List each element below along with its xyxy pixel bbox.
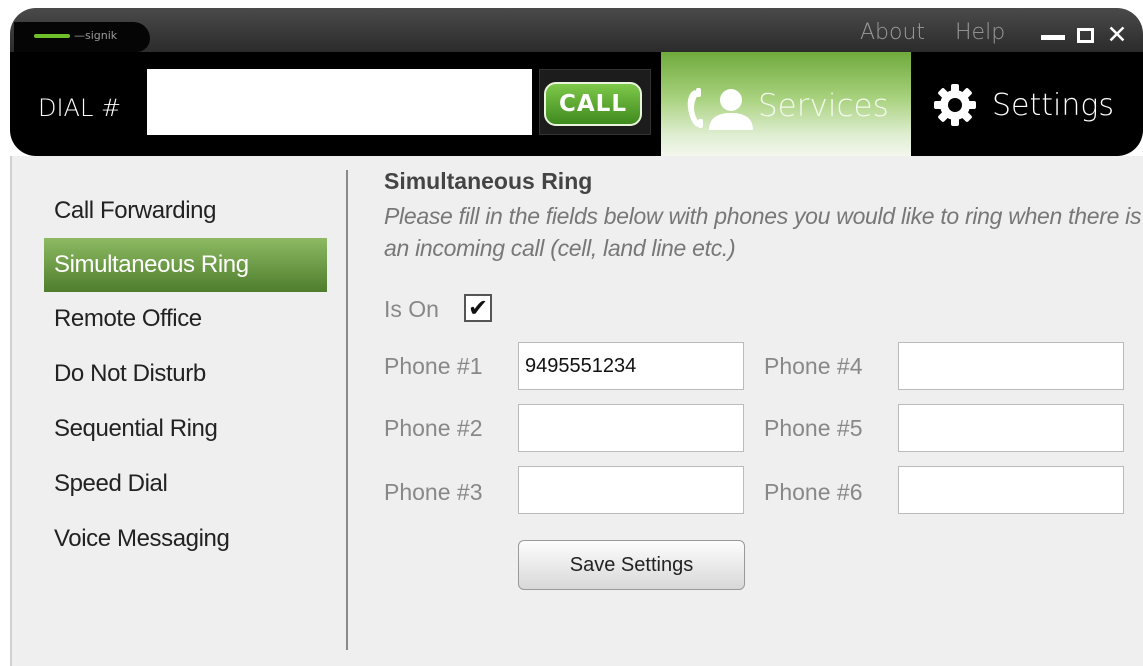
call-button-frame: CALL xyxy=(539,69,651,135)
panel-description: Please fill in the fields below with pho… xyxy=(384,203,1142,261)
is-on-label: Is On xyxy=(384,296,439,322)
sidebar-item-voice-messaging[interactable]: Voice Messaging xyxy=(44,512,327,566)
minimize-icon xyxy=(1041,35,1065,40)
sidebar-item-simultaneous-ring[interactable]: Simultaneous Ring xyxy=(44,238,327,292)
phone-6-input[interactable] xyxy=(898,466,1124,514)
content-area: Call Forwarding Simultaneous Ring Remote… xyxy=(10,156,1143,666)
maximize-icon xyxy=(1076,27,1094,43)
phone-1-label: Phone #1 xyxy=(384,353,483,379)
services-icon xyxy=(687,88,753,130)
help-link[interactable]: Help xyxy=(955,20,1005,45)
phone-2-label: Phone #2 xyxy=(384,415,483,441)
maximize-button[interactable] xyxy=(1072,23,1098,47)
panel-title: Simultaneous Ring xyxy=(384,168,593,194)
phone-4-input[interactable] xyxy=(898,342,1124,390)
phone-5-label: Phone #5 xyxy=(764,415,863,441)
tab-settings[interactable]: Settings xyxy=(927,71,1135,135)
title-bar[interactable]: —signik About Help ✕ xyxy=(10,8,1143,52)
settings-label: Settings xyxy=(992,88,1115,123)
phone-4-label: Phone #4 xyxy=(764,353,863,379)
sidebar-item-sequential-ring[interactable]: Sequential Ring xyxy=(44,402,327,456)
sidebar-divider xyxy=(346,170,348,650)
dial-toolbar: DIAL # CALL Services Settings xyxy=(10,52,1143,156)
gear-icon xyxy=(934,84,976,126)
save-settings-button[interactable]: Save Settings xyxy=(518,540,745,590)
brand-logo: —signik xyxy=(14,22,150,52)
phone-1-input[interactable] xyxy=(518,342,744,390)
phone-2-input[interactable] xyxy=(518,404,744,452)
close-button[interactable]: ✕ xyxy=(1104,20,1130,49)
sidebar-item-do-not-disturb[interactable]: Do Not Disturb xyxy=(44,347,327,401)
dial-label: DIAL # xyxy=(38,94,122,122)
is-on-checkbox[interactable]: ✔ xyxy=(464,294,492,322)
app-window: —signik About Help ✕ DIAL # CALL Service… xyxy=(10,8,1143,666)
services-label: Services xyxy=(758,88,889,124)
dial-input[interactable] xyxy=(147,69,532,135)
phone-3-input[interactable] xyxy=(518,466,744,514)
tab-services[interactable]: Services xyxy=(661,52,911,156)
close-icon: ✕ xyxy=(1106,20,1128,49)
phone-5-input[interactable] xyxy=(898,404,1124,452)
sidebar-item-remote-office[interactable]: Remote Office xyxy=(44,292,327,346)
phone-3-label: Phone #3 xyxy=(384,479,483,505)
checkmark-icon: ✔ xyxy=(467,294,489,322)
sidebar-item-call-forwarding[interactable]: Call Forwarding xyxy=(44,184,327,238)
logo-stripe xyxy=(34,34,70,38)
about-link[interactable]: About xyxy=(860,20,925,45)
phone-6-label: Phone #6 xyxy=(764,479,863,505)
logo-text: —signik xyxy=(74,29,118,42)
call-button[interactable]: CALL xyxy=(544,82,642,126)
sidebar-item-speed-dial[interactable]: Speed Dial xyxy=(44,457,327,511)
minimize-button[interactable] xyxy=(1040,23,1066,47)
